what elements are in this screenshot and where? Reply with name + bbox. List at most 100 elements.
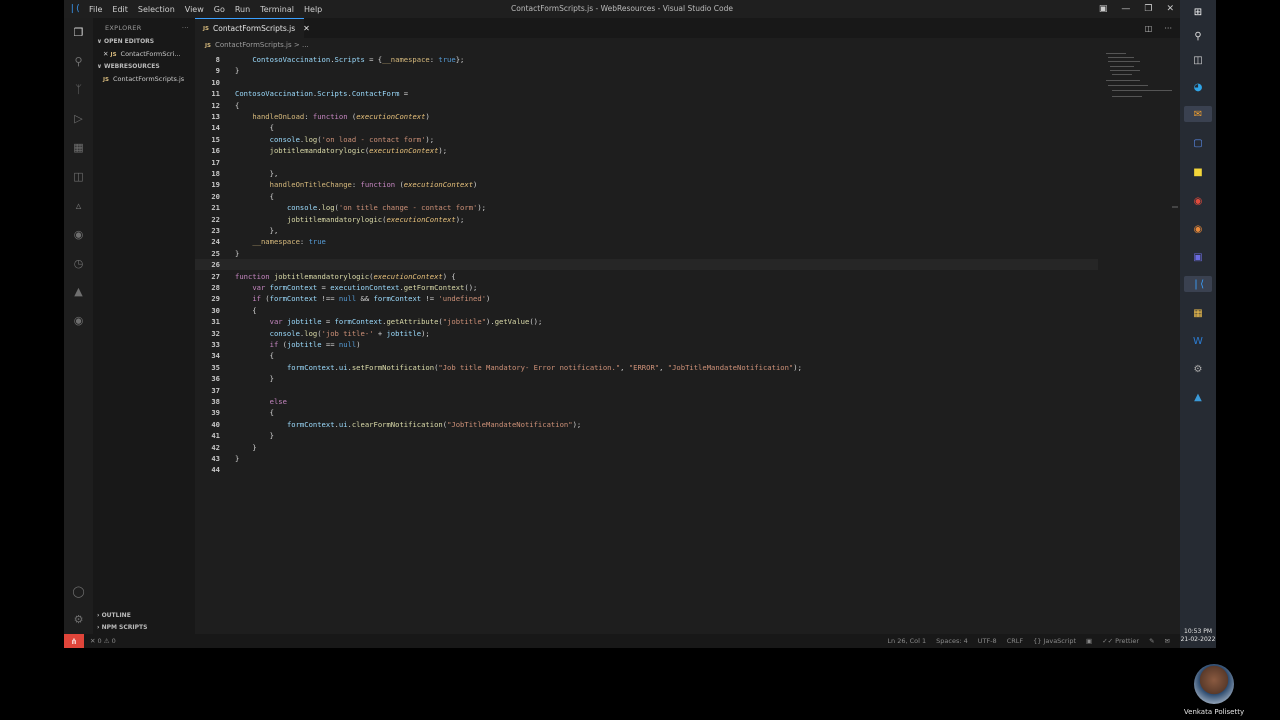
code-line[interactable]: 29 if (formContext !== null && formConte… xyxy=(195,293,1180,304)
code-line[interactable]: 21 console.log('on title change - contac… xyxy=(195,202,1180,213)
search-icon[interactable]: ⚲ xyxy=(71,54,86,69)
windows-start-icon[interactable]: ⊞ xyxy=(1190,4,1206,20)
encoding[interactable]: UTF-8 xyxy=(978,637,997,645)
code-line[interactable]: 24 __namespace: true xyxy=(195,236,1180,247)
code-line[interactable]: 33 if (jobtitle == null) xyxy=(195,339,1180,350)
code-line[interactable]: 8 ContosoVaccination.Scripts = {__namesp… xyxy=(195,54,1180,65)
outlook-icon[interactable]: ✉ xyxy=(1184,106,1212,122)
code-line[interactable]: 37 xyxy=(195,385,1180,396)
explorer-icon[interactable]: ❐ xyxy=(71,25,86,40)
code-line[interactable]: 32 console.log('job title-' + jobtitle); xyxy=(195,328,1180,339)
open-editor-item[interactable]: ✕ JS ContactFormScri... xyxy=(93,48,195,61)
code-line[interactable]: 36 } xyxy=(195,373,1180,384)
code-line[interactable]: 27 function jobtitlemandatorylogic(execut… xyxy=(195,271,1180,282)
sticky-notes-icon[interactable]: ■ xyxy=(1190,164,1206,180)
code-line[interactable]: 16 jobtitlemandatorylogic(executionConte… xyxy=(195,145,1180,156)
cursor-position[interactable]: Ln 26, Col 1 xyxy=(887,637,926,645)
code-line[interactable]: 13 handleOnLoad: function (executionCont… xyxy=(195,111,1180,122)
menu-edit[interactable]: Edit xyxy=(107,5,133,14)
workspace-folder-section[interactable]: ∨ WEBRESOURCES xyxy=(93,61,195,73)
indentation[interactable]: Spaces: 4 xyxy=(936,637,968,645)
timeline-icon[interactable]: ◷ xyxy=(71,256,86,271)
task-view-icon[interactable]: ◫ xyxy=(1190,52,1206,68)
code-line[interactable]: 9} xyxy=(195,65,1180,76)
docker-icon[interactable]: ◉ xyxy=(71,227,86,242)
code-line[interactable]: 39 { xyxy=(195,407,1180,418)
menu-terminal[interactable]: Terminal xyxy=(255,5,299,14)
teams-preview-icon[interactable]: ▣ xyxy=(1190,249,1206,265)
code-line[interactable]: 28 var formContext = executionContext.ge… xyxy=(195,282,1180,293)
layout-icon[interactable]: ▣ xyxy=(1099,4,1108,14)
open-editors-section[interactable]: ∨ OPEN EDITORS xyxy=(93,36,195,48)
word-icon[interactable]: W xyxy=(1190,333,1206,349)
tab-close-icon[interactable]: ✕ xyxy=(303,24,310,33)
settings-gear-icon[interactable]: ⚙ xyxy=(71,612,86,627)
file-item[interactable]: JS ContactFormScripts.js xyxy=(93,73,195,86)
taskbar-clock[interactable]: 10:53 PM 21-02-2022 xyxy=(1180,628,1216,644)
testing-icon[interactable]: ▵ xyxy=(71,198,86,213)
code-line[interactable]: 15 console.log('on load - contact form')… xyxy=(195,134,1180,145)
more-actions-icon[interactable]: ··· xyxy=(182,18,189,36)
code-line[interactable]: 17 xyxy=(195,157,1180,168)
code-editor[interactable]: 8 ContosoVaccination.Scripts = {__namesp… xyxy=(195,52,1180,634)
split-editor-icon[interactable]: ◫ xyxy=(1145,24,1153,33)
code-line[interactable]: 35 formContext.ui.setFormNotification("J… xyxy=(195,362,1180,373)
scrollbar-thumb[interactable] xyxy=(1172,206,1178,208)
code-line[interactable]: 42 } xyxy=(195,442,1180,453)
edge-icon[interactable]: ◕ xyxy=(1190,79,1206,95)
code-line[interactable]: 12 { xyxy=(195,100,1180,111)
remote-explorer-icon[interactable]: ◫ xyxy=(71,169,86,184)
close-icon[interactable]: ✕ xyxy=(1166,4,1174,14)
github-icon[interactable]: ◉ xyxy=(71,313,86,328)
npm-scripts-section[interactable]: › NPM SCRIPTS xyxy=(93,622,195,634)
code-line[interactable]: 38 else xyxy=(195,396,1180,407)
code-line[interactable]: 10 xyxy=(195,77,1180,88)
code-line[interactable]: 26 xyxy=(195,259,1098,271)
run-debug-icon[interactable]: ▷ xyxy=(71,111,86,126)
code-line[interactable]: 11 ContosoVaccination.Scripts.ContactForm… xyxy=(195,88,1180,99)
menu-go[interactable]: Go xyxy=(209,5,230,14)
feedback-icon[interactable]: ✎ xyxy=(1149,637,1154,645)
azure-icon[interactable]: ▲ xyxy=(71,284,86,299)
close-editor-icon[interactable]: ✕ xyxy=(103,50,108,58)
photos-icon[interactable]: ▲ xyxy=(1190,389,1206,405)
search-icon[interactable]: ⚲ xyxy=(1190,28,1206,44)
menu-selection[interactable]: Selection xyxy=(133,5,180,14)
prettier-status[interactable]: ✓✓ Prettier xyxy=(1102,637,1139,645)
settings-icon[interactable]: ⚙ xyxy=(1190,361,1206,377)
extensions-icon[interactable]: ▦ xyxy=(71,140,86,155)
minimap[interactable] xyxy=(1104,52,1174,112)
vscode-icon[interactable]: ❘⟨ xyxy=(1184,276,1212,292)
minimize-icon[interactable]: — xyxy=(1121,4,1130,14)
code-line[interactable]: 44 xyxy=(195,464,1180,475)
code-line[interactable]: 14 { xyxy=(195,122,1180,133)
source-control-icon[interactable]: ᛉ xyxy=(71,82,86,97)
code-line[interactable]: 25} xyxy=(195,248,1180,259)
restore-icon[interactable]: ❐ xyxy=(1144,4,1152,14)
end-of-line[interactable]: CRLF xyxy=(1007,637,1023,645)
menu-view[interactable]: View xyxy=(180,5,209,14)
code-line[interactable]: 30 { xyxy=(195,305,1180,316)
code-line[interactable]: 34 { xyxy=(195,350,1180,361)
code-line[interactable]: 20 { xyxy=(195,191,1180,202)
chrome-dev-icon[interactable]: ◉ xyxy=(1190,221,1206,237)
code-line[interactable]: 40 formContext.ui.clearFormNotification(… xyxy=(195,419,1180,430)
menu-file[interactable]: File xyxy=(84,5,107,14)
file-explorer-icon[interactable]: ▦ xyxy=(1190,305,1206,321)
tab-contactformscripts[interactable]: JS ContactFormScripts.js ✕ xyxy=(195,18,310,38)
code-line[interactable]: 22 jobtitlemandatorylogic(executionConte… xyxy=(195,214,1180,225)
code-line[interactable]: 31 var jobtitle = formContext.getAttribu… xyxy=(195,316,1180,327)
code-line[interactable]: 18 }, xyxy=(195,168,1180,179)
code-line[interactable]: 43} xyxy=(195,453,1180,464)
remote-indicator-icon[interactable]: ⋔ xyxy=(64,634,84,648)
account-icon[interactable]: ◯ xyxy=(71,584,86,599)
code-line[interactable]: 19 handleOnTitleChange: function (execut… xyxy=(195,179,1180,190)
menu-help[interactable]: Help xyxy=(299,5,327,14)
breadcrumb[interactable]: JS ContactFormScripts.js > ... xyxy=(195,38,1105,52)
teams-icon[interactable]: ▢ xyxy=(1190,135,1206,151)
chrome-icon[interactable]: ◉ xyxy=(1190,193,1206,209)
outline-section[interactable]: › OUTLINE xyxy=(93,610,195,622)
problems-indicator[interactable]: ✕ 0 ⚠ 0 xyxy=(90,637,116,645)
language-mode[interactable]: {} JavaScript xyxy=(1033,637,1076,645)
more-actions-icon[interactable]: ··· xyxy=(1164,24,1172,33)
